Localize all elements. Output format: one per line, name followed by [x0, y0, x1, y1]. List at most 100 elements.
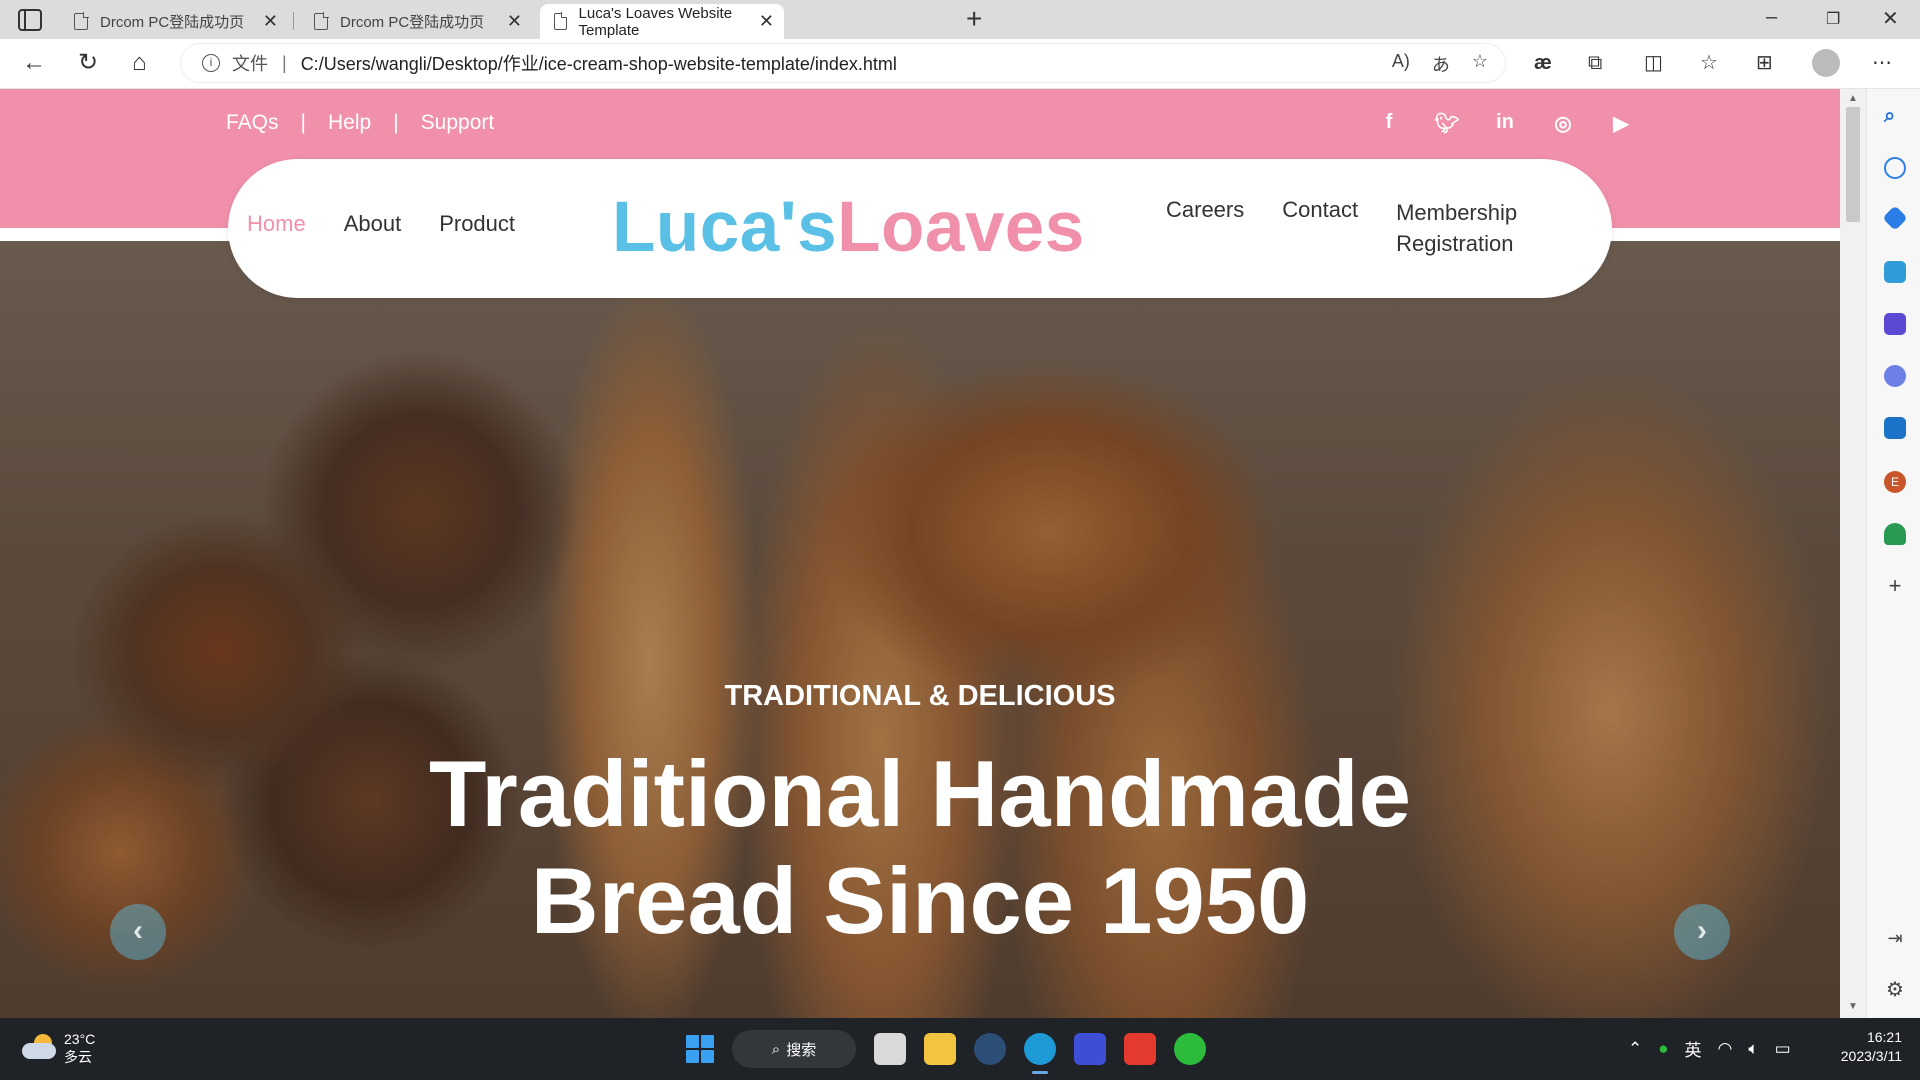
read-aloud-icon[interactable]: A): [1392, 51, 1410, 77]
system-clock[interactable]: 16:21 2023/3/11: [1836, 1028, 1902, 1066]
search-label: 搜索: [786, 1041, 817, 1059]
hero-title: Traditional Handmade Bread Since 1950: [0, 740, 1840, 954]
sidebar-settings-icon[interactable]: ⚙: [1884, 979, 1906, 1001]
browser-tab-1[interactable]: Drcom PC登陆成功页 ✕: [60, 4, 288, 39]
hero-title-line2: Bread Since 1950: [530, 848, 1310, 953]
social-links: f 🐦︎ in ◎ ▶: [1360, 111, 1650, 136]
membership-line2: Registration: [1396, 231, 1514, 256]
document-icon: [314, 12, 329, 30]
refresh-icon[interactable]: ↻: [78, 49, 98, 77]
back-icon[interactable]: ←: [22, 49, 46, 77]
windows-taskbar: 23°C 多云 ⌕ 搜索 ⌃ ● 英 ◠ 🔈︎ ▭ 16:21 2023/3/1…: [0, 1018, 1920, 1080]
help-link[interactable]: Help: [328, 111, 371, 135]
browser-tab-2[interactable]: Drcom PC登陆成功页 ✕: [300, 4, 532, 39]
clock-date: 2023/3/11: [1840, 1048, 1902, 1064]
youtube-icon[interactable]: ▶: [1592, 111, 1650, 136]
weather-desc: 多云: [64, 1049, 92, 1065]
faqs-link[interactable]: FAQs: [226, 111, 279, 135]
weather-cloudy-icon[interactable]: [22, 1034, 56, 1060]
ime-indicator[interactable]: 英: [1685, 1036, 1702, 1061]
close-window-button[interactable]: ✕: [1882, 6, 1899, 31]
url-text[interactable]: C:/Users/wangli/Desktop/作业/ice-cream-sho…: [301, 50, 897, 76]
site-logo[interactable]: Luca'sLoaves: [612, 187, 1085, 268]
search-icon[interactable]: ⌕: [1884, 105, 1906, 127]
microsoft365-icon[interactable]: [1884, 365, 1906, 387]
tab-title: Drcom PC登陆成功页: [100, 14, 245, 31]
start-button[interactable]: [686, 1035, 714, 1063]
carousel-prev-button[interactable]: ‹: [110, 904, 166, 960]
more-menu-icon[interactable]: ⋯: [1872, 49, 1892, 77]
shopping-tag-icon[interactable]: [1882, 205, 1908, 231]
tools-briefcase-icon[interactable]: [1884, 261, 1906, 283]
nav-left-group: Home About Product: [247, 211, 515, 237]
wps-icon[interactable]: [1124, 1033, 1156, 1065]
logo-loaves: Loaves: [837, 188, 1085, 267]
nav-right-group: Careers Contact Membership Registration: [1166, 197, 1517, 259]
info-icon[interactable]: i: [202, 54, 220, 72]
add-sidebar-app-icon[interactable]: +: [1884, 575, 1906, 597]
nav-membership-registration[interactable]: Membership Registration: [1396, 197, 1517, 259]
favorite-add-icon[interactable]: ☆: [1472, 51, 1488, 77]
close-tab-icon[interactable]: ✕: [759, 11, 774, 32]
minimize-button[interactable]: –: [1766, 6, 1777, 29]
e-extension-icon[interactable]: E: [1884, 471, 1906, 493]
clock-time: 16:21: [1866, 1029, 1902, 1045]
nav-product[interactable]: Product: [439, 211, 515, 237]
twitter-icon[interactable]: 🐦︎: [1418, 111, 1476, 136]
nav-careers[interactable]: Careers: [1166, 197, 1244, 259]
carousel-next-button[interactable]: ›: [1674, 904, 1730, 960]
scroll-thumb[interactable]: [1846, 107, 1860, 222]
web-page: FAQs | Help | Support f 🐦︎ in ◎ ▶ Home A…: [0, 89, 1840, 1018]
volume-icon[interactable]: 🔈︎: [1748, 1039, 1758, 1059]
tab-actions-icon[interactable]: [18, 9, 42, 31]
profile-avatar[interactable]: [1812, 49, 1840, 77]
new-tab-button[interactable]: +: [966, 5, 982, 33]
nav-contact[interactable]: Contact: [1282, 197, 1358, 259]
scroll-down-arrow[interactable]: ▼: [1848, 1001, 1858, 1012]
restore-button[interactable]: ❐: [1826, 9, 1840, 29]
typora-icon[interactable]: [1074, 1033, 1106, 1065]
wifi-icon[interactable]: ◠: [1718, 1039, 1733, 1059]
facebook-icon[interactable]: f: [1360, 111, 1418, 136]
close-tab-icon[interactable]: ✕: [507, 11, 522, 32]
browser-toolbar: ← ↻ ⌂ i 文件 | C:/Users/wangli/Desktop/作业/…: [0, 39, 1920, 89]
chevron-up-icon[interactable]: ⌃: [1628, 1039, 1642, 1059]
wechat-tray-icon[interactable]: ●: [1658, 1039, 1668, 1059]
extensions-icon[interactable]: ⧉: [1588, 49, 1602, 77]
outlook-icon[interactable]: [1884, 417, 1906, 439]
nav-home[interactable]: Home: [247, 211, 306, 237]
ae-extension-icon[interactable]: æ: [1534, 49, 1552, 77]
browser-tab-3-active[interactable]: Luca's Loaves Website Template ✕: [540, 4, 784, 39]
scroll-up-arrow[interactable]: ▲: [1848, 93, 1858, 104]
games-icon[interactable]: [1884, 313, 1906, 335]
battery-icon[interactable]: ▭: [1775, 1039, 1791, 1059]
edge-browser-icon[interactable]: [1024, 1033, 1056, 1074]
file-explorer-icon[interactable]: [924, 1033, 956, 1065]
hero-subtitle: TRADITIONAL & DELICIOUS: [724, 680, 1116, 712]
linkedin-icon[interactable]: in: [1476, 111, 1534, 136]
task-view-icon[interactable]: [874, 1033, 906, 1065]
close-tab-icon[interactable]: ✕: [263, 11, 278, 32]
favorites-icon[interactable]: ☆: [1700, 49, 1718, 77]
instagram-icon[interactable]: ◎: [1534, 111, 1592, 136]
steam-icon[interactable]: [974, 1033, 1006, 1065]
translate-icon[interactable]: あ: [1432, 51, 1450, 77]
bing-chat-icon[interactable]: [1884, 157, 1906, 179]
home-icon[interactable]: ⌂: [132, 49, 147, 77]
support-link[interactable]: Support: [421, 111, 495, 135]
address-bar[interactable]: i 文件 | C:/Users/wangli/Desktop/作业/ice-cr…: [180, 43, 1506, 83]
wechat-icon[interactable]: [1174, 1033, 1206, 1065]
nav-about[interactable]: About: [344, 211, 402, 237]
link-separator: |: [393, 111, 399, 134]
weather-widget[interactable]: 23°C 多云: [64, 1030, 95, 1066]
hide-sidebar-icon[interactable]: ⇥: [1884, 927, 1906, 949]
tree-icon[interactable]: [1884, 523, 1906, 545]
link-separator: |: [300, 111, 306, 134]
taskbar-apps: ⌕ 搜索: [686, 1029, 1206, 1074]
split-screen-icon[interactable]: ◫: [1644, 49, 1663, 77]
hero-title-line1: Traditional Handmade: [429, 741, 1411, 846]
page-scrollbar[interactable]: ▲ ▼: [1840, 89, 1866, 1018]
taskbar-search[interactable]: ⌕ 搜索: [732, 1030, 856, 1068]
collections-icon[interactable]: ⊞: [1756, 49, 1773, 77]
file-scheme-label: 文件: [232, 54, 268, 74]
